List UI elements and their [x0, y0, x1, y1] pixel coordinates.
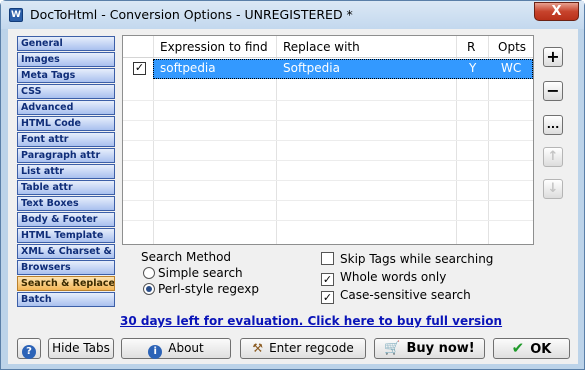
about-label: About: [168, 341, 204, 355]
grid-line: [123, 140, 533, 141]
sidebar-item-list-attr[interactable]: List attr: [17, 164, 115, 179]
evaluation-link[interactable]: 30 days left for evaluation. Click here …: [120, 314, 502, 328]
radio-label: Simple search: [158, 266, 243, 280]
sidebar-item-html-code[interactable]: HTML Code: [17, 116, 115, 131]
ok-label: OK: [530, 342, 552, 357]
sidebar-item-advanced[interactable]: Advanced: [17, 100, 115, 115]
cell-r[interactable]: Y: [469, 61, 476, 75]
ok-button[interactable]: ✔ OK: [493, 338, 570, 359]
header-r[interactable]: R: [467, 40, 475, 54]
window-title: DocToHtml - Conversion Options - UNREGIS…: [30, 7, 353, 22]
app-icon: W: [9, 8, 23, 22]
radio-button[interactable]: [143, 267, 155, 279]
about-button[interactable]: i About: [121, 338, 231, 359]
sidebar-item-search-replace[interactable]: Search & Replace: [17, 276, 115, 291]
grid-line: [123, 200, 533, 201]
whole-words-option[interactable]: ✓ Whole words only: [321, 270, 446, 286]
checkbox-label: Skip Tags while searching: [340, 252, 494, 266]
grid-line: [123, 220, 533, 221]
sidebar-item-images[interactable]: Images: [17, 52, 115, 67]
case-sensitive-option[interactable]: ✓ Case-sensitive search: [321, 288, 471, 304]
cell-expression[interactable]: softpedia: [160, 61, 216, 75]
grid-line: [123, 180, 533, 181]
cell-replace[interactable]: Softpedia: [283, 61, 340, 75]
check-icon: ✔: [511, 339, 525, 357]
grid-line: [123, 160, 533, 161]
close-button[interactable]: X: [534, 2, 579, 21]
move-up-button[interactable]: ↑: [543, 147, 563, 167]
buy-now-label: Buy now!: [406, 341, 475, 356]
skip-tags-checkbox[interactable]: [321, 252, 334, 265]
sidebar-item-xml-charset-pg[interactable]: XML & Charset & PG: [17, 244, 115, 259]
sidebar-item-html-template[interactable]: HTML Template: [17, 228, 115, 243]
header-expression[interactable]: Expression to find: [160, 40, 268, 54]
whole-words-checkbox[interactable]: ✓: [321, 273, 334, 286]
help-icon: ?: [22, 345, 36, 359]
grid-line: [123, 120, 533, 121]
move-down-button[interactable]: ↓: [543, 179, 563, 199]
app-window: W DocToHtml - Conversion Options - UNREG…: [0, 0, 585, 370]
buy-now-button[interactable]: 🛒 Buy now!: [374, 338, 485, 359]
radio-button[interactable]: [143, 283, 155, 295]
header-replace[interactable]: Replace with: [283, 40, 360, 54]
checkbox-label: Case-sensitive search: [340, 288, 471, 302]
radio-perl-regexp[interactable]: Perl-style regexp: [143, 282, 259, 296]
cell-opts[interactable]: WC: [501, 61, 521, 75]
replace-rules-grid[interactable]: Expression to find Replace with R Opts ✓…: [122, 35, 534, 245]
sidebar-item-font-attr[interactable]: Font attr: [17, 132, 115, 147]
radio-simple-search[interactable]: Simple search: [143, 266, 243, 280]
sidebar-item-batch[interactable]: Batch: [17, 292, 115, 307]
cart-icon: 🛒: [384, 341, 401, 356]
tools-icon: ⚒: [252, 341, 264, 355]
sidebar-item-meta-tags[interactable]: Meta Tags: [17, 68, 115, 83]
sidebar-item-general[interactable]: General: [17, 36, 115, 51]
sidebar-item-body-footer[interactable]: Body & Footer: [17, 212, 115, 227]
sidebar-item-browsers[interactable]: Browsers: [17, 260, 115, 275]
hide-tabs-button[interactable]: Hide Tabs: [48, 338, 114, 359]
skip-tags-option[interactable]: Skip Tags while searching: [321, 252, 493, 266]
sidebar-item-text-boxes[interactable]: Text Boxes: [17, 196, 115, 211]
sidebar-item-table-attr[interactable]: Table attr: [17, 180, 115, 195]
case-sensitive-checkbox[interactable]: ✓: [321, 291, 334, 304]
help-button[interactable]: ?: [17, 338, 41, 359]
options-sidebar: General Images Meta Tags CSS Advanced HT…: [17, 36, 115, 308]
info-icon: i: [148, 345, 163, 359]
grid-header: Expression to find Replace with R Opts: [123, 36, 533, 58]
header-opts[interactable]: Opts: [498, 40, 526, 54]
remove-rule-button[interactable]: −: [543, 81, 563, 101]
add-rule-button[interactable]: +: [543, 47, 563, 67]
row-enabled-checkbox[interactable]: ✓: [133, 62, 146, 75]
search-method-group: Search Method Simple search Perl-style r…: [138, 249, 318, 301]
grid-line: [123, 100, 533, 101]
title-bar[interactable]: W DocToHtml - Conversion Options - UNREG…: [1, 1, 584, 29]
regcode-label: Enter regcode: [269, 341, 354, 355]
sidebar-item-css[interactable]: CSS: [17, 84, 115, 99]
client-area: General Images Meta Tags CSS Advanced HT…: [8, 29, 578, 364]
edit-rule-button[interactable]: ...: [543, 115, 563, 135]
enter-regcode-button[interactable]: ⚒ Enter regcode: [240, 338, 366, 359]
radio-label: Perl-style regexp: [158, 282, 259, 296]
search-method-title: Search Method: [141, 250, 232, 264]
table-row[interactable]: ✓ softpedia Softpedia Y WC: [123, 59, 533, 79]
checkbox-label: Whole words only: [340, 270, 447, 284]
sidebar-item-paragraph-attr[interactable]: Paragraph attr: [17, 148, 115, 163]
